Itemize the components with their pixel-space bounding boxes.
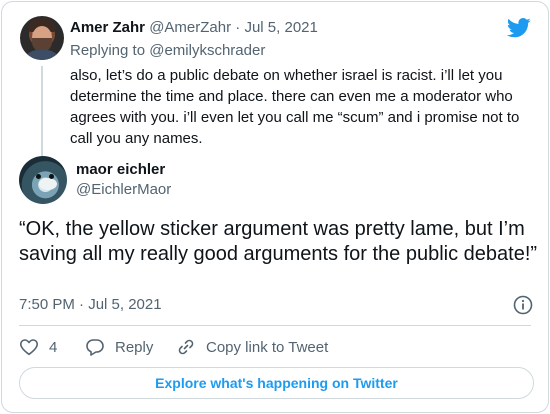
info-icon[interactable]: [513, 295, 533, 315]
tweet-embed-card: Amer Zahr @AmerZahr · Jul 5, 2021 Replyi…: [1, 1, 549, 413]
copy-link-button[interactable]: Copy link to Tweet: [176, 337, 328, 357]
author-name[interactable]: maor eichler: [76, 160, 165, 180]
thread-connector-line: [41, 66, 43, 164]
tweet-timestamp[interactable]: 7:50 PM · Jul 5, 2021: [19, 295, 162, 315]
replying-to-label: Replying to: [70, 42, 150, 59]
author-name[interactable]: Amer Zahr: [70, 19, 145, 36]
separator-dot: ·: [235, 19, 241, 36]
avatar[interactable]: [19, 156, 67, 204]
tweet-date[interactable]: Jul 5, 2021: [244, 19, 317, 36]
reply-bubble-icon: [86, 339, 104, 356]
tweet-text: “OK, the yellow sticker argument was pre…: [19, 218, 538, 265]
like-count: 4: [49, 338, 58, 356]
author-handle[interactable]: @EichlerMaor: [76, 180, 171, 200]
replying-to-line: Replying to @emilykschrader: [70, 41, 265, 61]
heart-icon: [20, 339, 38, 356]
reply-label: Reply: [115, 338, 154, 356]
like-button[interactable]: 4: [19, 337, 85, 357]
divider: [19, 325, 531, 326]
author-handle[interactable]: @AmerZahr: [149, 19, 231, 36]
reply-button[interactable]: Reply: [85, 337, 176, 357]
copy-link-label: Copy link to Tweet: [206, 338, 329, 356]
explore-button[interactable]: Explore what's happening on Twitter: [19, 367, 534, 399]
replying-to-mention[interactable]: @emilykschrader: [149, 42, 265, 59]
link-icon: [178, 339, 194, 355]
parent-author-line: Amer Zahr @AmerZahr · Jul 5, 2021: [70, 18, 318, 38]
avatar[interactable]: [20, 16, 64, 60]
twitter-bird-icon[interactable]: [507, 18, 531, 38]
parent-tweet-text: also, let’s do a public debate on whethe…: [70, 67, 520, 147]
tweet-actions: 4 Reply Copy link to Tweet: [19, 336, 328, 358]
